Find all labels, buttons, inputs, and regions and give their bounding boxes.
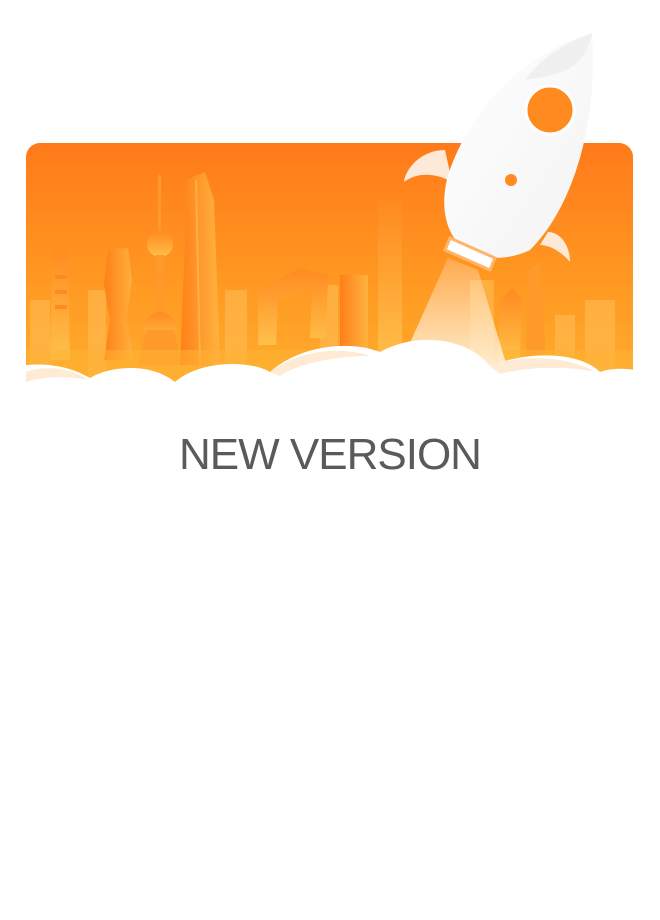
update-dialog: NEW VERSION: [0, 0, 660, 920]
rocket-launch-illustration: [0, 0, 660, 410]
dialog-title: NEW VERSION: [179, 430, 482, 479]
